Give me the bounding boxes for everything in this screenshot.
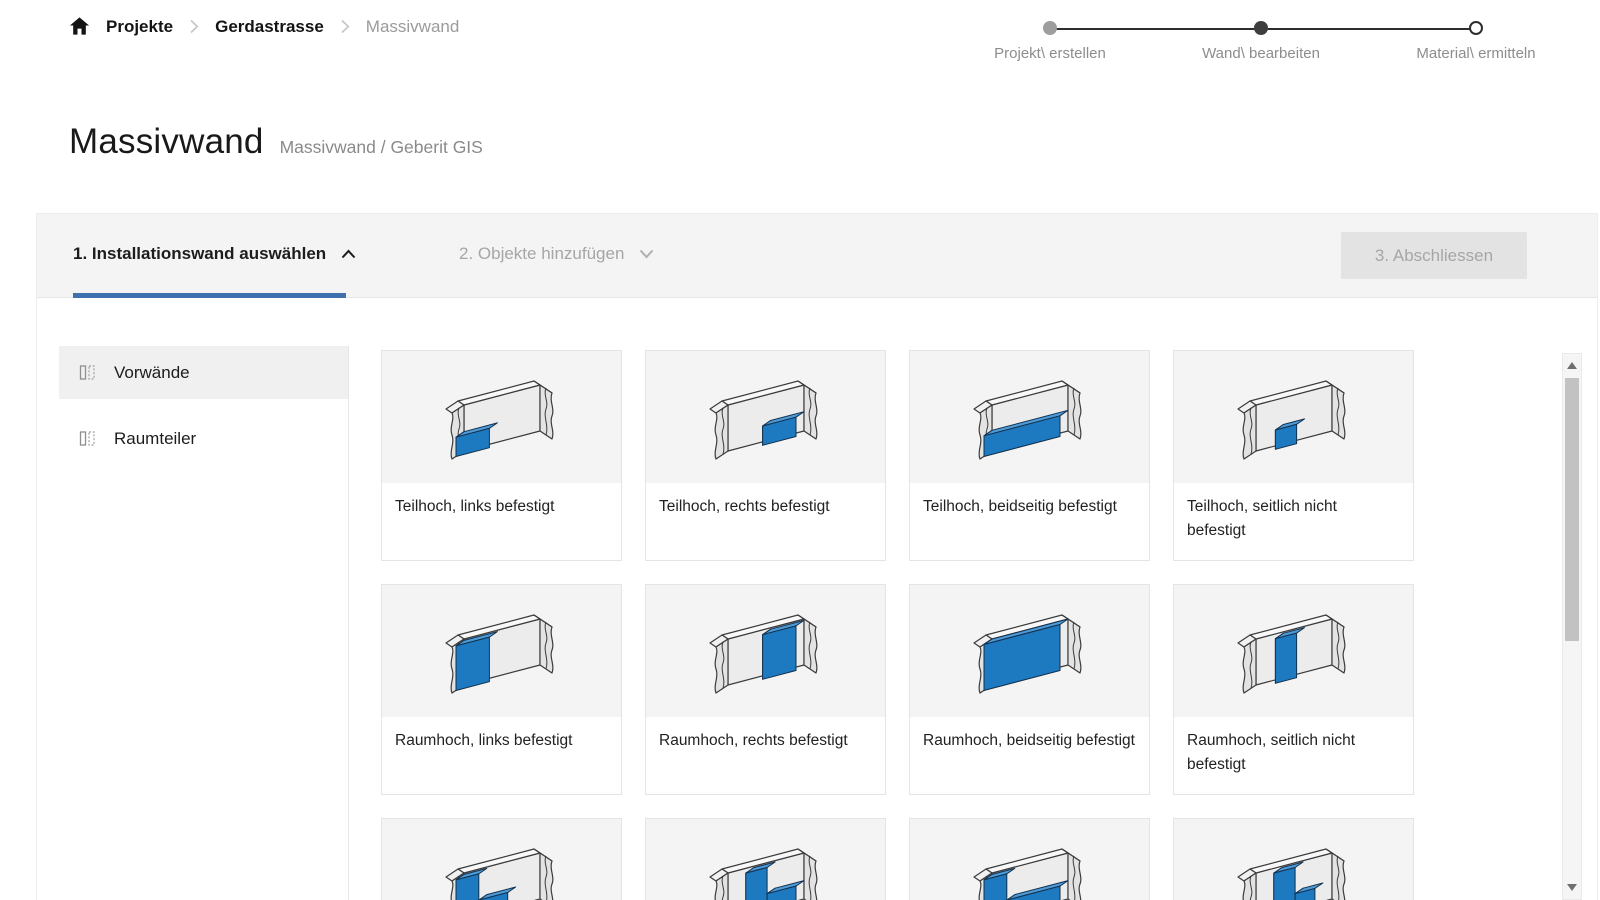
- wall-type-sidebar: Vorwände Raumteiler: [59, 346, 348, 478]
- wall-card[interactable]: Teilhoch, rechts befestigt: [645, 350, 886, 561]
- sidebar-item-raumteiler[interactable]: Raumteiler: [59, 412, 348, 465]
- chevron-right-icon: [339, 18, 351, 35]
- wall-illustration: [1174, 351, 1413, 483]
- breadcrumb-gerdastrasse[interactable]: Gerdastrasse: [215, 17, 324, 37]
- wall-card[interactable]: Raumhoch, beidseitig befestigt: [909, 584, 1150, 795]
- wall-card[interactable]: Raumhoch, rechts befestigt: [645, 584, 886, 795]
- breadcrumb: Projekte Gerdastrasse Massivwand: [68, 15, 459, 38]
- breadcrumb-massivwand: Massivwand: [366, 17, 460, 37]
- wall-card[interactable]: [645, 818, 886, 900]
- wall-card-grid: Teilhoch, links befestigt Teilhoch, rech…: [381, 350, 1414, 900]
- wall-card-label: Teilhoch, rechts befestigt: [646, 483, 885, 519]
- wall-illustration: [382, 819, 621, 900]
- abschliessen-button[interactable]: 3. Abschliessen: [1341, 232, 1527, 279]
- wall-illustration: [1174, 585, 1413, 717]
- step-label: Projekt\ erstellen: [935, 45, 1165, 62]
- wall-card[interactable]: Teilhoch, seitlich nicht befestigt: [1173, 350, 1414, 561]
- wall-illustration: [910, 585, 1149, 717]
- tab-label: 2. Objekte hinzufügen: [459, 244, 624, 264]
- wall-card[interactable]: Raumhoch, seitlich nicht befestigt: [1173, 584, 1414, 795]
- step-dot-current[interactable]: [1254, 21, 1268, 35]
- sidebar-item-label: Vorwände: [114, 363, 190, 383]
- room-divider-icon: [78, 429, 97, 448]
- wall-card[interactable]: Raumhoch, links befestigt: [381, 584, 622, 795]
- active-tab-underline: [73, 293, 346, 298]
- wall-card-label: Teilhoch, beidseitig befestigt: [910, 483, 1149, 519]
- step-dot-todo[interactable]: [1469, 21, 1483, 35]
- tab-installationswand-auswaehlen[interactable]: 1. Installationswand auswählen: [73, 214, 357, 293]
- wall-card-label: Raumhoch, beidseitig befestigt: [910, 717, 1149, 753]
- step-tabbar: 1. Installationswand auswählen 2. Objekt…: [37, 214, 1597, 298]
- tab-objekte-hinzufuegen[interactable]: 2. Objekte hinzufügen: [459, 214, 655, 293]
- wall-illustration: [910, 351, 1149, 483]
- scrollbar-thumb[interactable]: [1565, 378, 1579, 641]
- breadcrumb-projekte[interactable]: Projekte: [106, 17, 173, 37]
- wall-card[interactable]: [381, 818, 622, 900]
- step-label: Wand\ bearbeiten: [1146, 45, 1376, 62]
- wall-card-label: Raumhoch, seitlich nicht befestigt: [1174, 717, 1413, 777]
- chevron-up-icon[interactable]: [340, 248, 357, 260]
- page-header: Massivwand Massivwand / Geberit GIS: [69, 122, 483, 162]
- sidebar-divider: [348, 346, 349, 900]
- step-label: Material\ ermitteln: [1361, 45, 1591, 62]
- wall-card[interactable]: [909, 818, 1150, 900]
- prewall-icon: [78, 363, 97, 382]
- home-icon[interactable]: [68, 15, 91, 38]
- wall-illustration: [1174, 819, 1413, 900]
- step-dot-done[interactable]: [1043, 21, 1057, 35]
- sidebar-item-vorwaende[interactable]: Vorwände: [59, 346, 348, 399]
- tab-label: 1. Installationswand auswählen: [73, 244, 326, 264]
- wall-card-label: Teilhoch, links befestigt: [382, 483, 621, 519]
- wall-card[interactable]: Teilhoch, links befestigt: [381, 350, 622, 561]
- wall-illustration: [646, 819, 885, 900]
- wall-illustration: [382, 585, 621, 717]
- step-wand-bearbeiten[interactable]: Wand\ bearbeiten: [1146, 21, 1376, 62]
- sidebar-item-label: Raumteiler: [114, 429, 196, 449]
- wall-card[interactable]: [1173, 818, 1414, 900]
- step-material-ermitteln[interactable]: Material\ ermitteln: [1361, 21, 1591, 62]
- wall-illustration: [646, 585, 885, 717]
- wizard-panel: 1. Installationswand auswählen 2. Objekt…: [36, 213, 1598, 900]
- wall-card-label: Teilhoch, seitlich nicht befestigt: [1174, 483, 1413, 543]
- wall-card[interactable]: Teilhoch, beidseitig befestigt: [909, 350, 1150, 561]
- scroll-up-icon[interactable]: [1567, 362, 1577, 369]
- wall-illustration: [910, 819, 1149, 900]
- vertical-scrollbar[interactable]: [1562, 353, 1582, 900]
- wall-illustration: [646, 351, 885, 483]
- wall-card-label: Raumhoch, links befestigt: [382, 717, 621, 753]
- page-title: Massivwand: [69, 122, 264, 162]
- page-subtitle: Massivwand / Geberit GIS: [280, 137, 483, 158]
- step-projekt-erstellen[interactable]: Projekt\ erstellen: [935, 21, 1165, 62]
- chevron-down-icon[interactable]: [638, 248, 655, 260]
- wall-illustration: [382, 351, 621, 483]
- scroll-down-icon[interactable]: [1567, 884, 1577, 891]
- wall-card-label: Raumhoch, rechts befestigt: [646, 717, 885, 753]
- chevron-right-icon: [188, 18, 200, 35]
